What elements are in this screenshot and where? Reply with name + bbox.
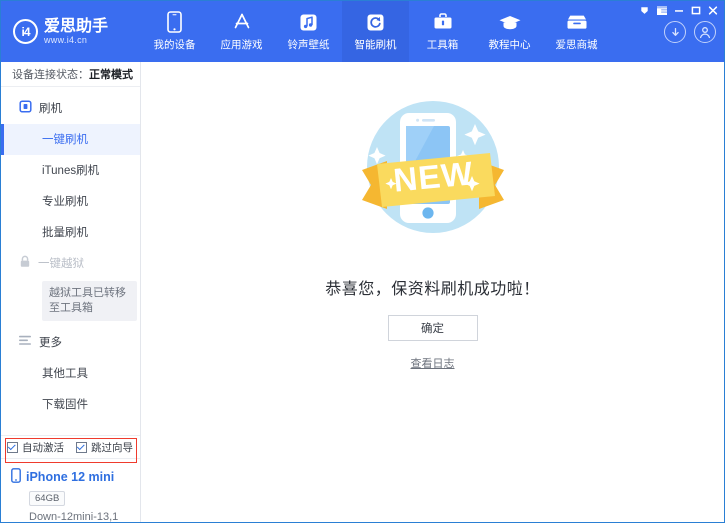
- flash-device-icon: [19, 100, 32, 116]
- auto-activate-label: 自动激活: [22, 440, 64, 455]
- device-name-label: iPhone 12 mini: [26, 470, 114, 484]
- brand-url: www.i4.cn: [44, 35, 108, 46]
- tab-toolbox[interactable]: 工具箱: [409, 1, 476, 62]
- new-phone-badge-illustration: NEW: [344, 78, 522, 261]
- tab-label: 应用游戏: [221, 37, 263, 52]
- skip-wizard-label: 跳过向导: [91, 440, 133, 455]
- success-message: 恭喜您，保资料刷机成功啦！: [325, 275, 540, 299]
- sidebar-group-label: 更多: [39, 334, 62, 350]
- view-log-link[interactable]: 查看日志: [411, 355, 455, 371]
- graduation-cap-icon: [498, 11, 522, 33]
- tab-smart-flash[interactable]: 智能刷机: [342, 1, 409, 62]
- connected-device-info[interactable]: iPhone 12 mini 64GB Down-12mini-13,1: [1, 458, 140, 523]
- refresh-icon: [366, 11, 385, 33]
- sidebar-menu: 刷机 一键刷机 iTunes刷机 专业刷机 批量刷机: [1, 87, 140, 430]
- main-content: NEW 恭喜您，保资料刷机成功啦！ 确定 查看日志: [141, 62, 724, 523]
- minimize-icon[interactable]: [671, 3, 686, 17]
- sidebar-item-itunes-flash[interactable]: iTunes刷机: [1, 155, 140, 186]
- tab-ringtones-wallpapers[interactable]: 铃声壁纸: [275, 1, 342, 62]
- sidebar-item-label: 一键刷机: [42, 131, 88, 147]
- header-actions: [664, 21, 716, 43]
- main-nav: 我的设备 应用游戏 铃声壁纸 智能刷机: [141, 1, 610, 62]
- tab-label: 教程中心: [489, 37, 531, 52]
- i4-logo-icon: i4: [13, 19, 38, 44]
- sidebar-group-label: 刷机: [39, 100, 62, 116]
- flash-options-row: 自动激活 跳过向导: [1, 435, 140, 458]
- sidebar-item-label: 高级功能: [42, 427, 88, 429]
- sidebar-group-flash[interactable]: 刷机: [1, 93, 140, 124]
- download-icon[interactable]: [664, 21, 686, 43]
- app-header: i4 爱思助手 www.i4.cn 我的设备 应用游戏: [1, 1, 724, 62]
- tab-my-device[interactable]: 我的设备: [141, 1, 208, 62]
- menu-icon[interactable]: [654, 3, 669, 17]
- device-capacity-badge: 64GB: [29, 491, 65, 506]
- skip-wizard-checkbox[interactable]: 跳过向导: [76, 440, 133, 455]
- auto-activate-checkbox[interactable]: 自动激活: [7, 440, 64, 455]
- brand-text: 爱思助手 www.i4.cn: [44, 18, 108, 46]
- tab-label: 我的设备: [154, 37, 196, 52]
- connection-status: 设备连接状态：正常模式: [1, 62, 140, 87]
- sidebar-item-label: 专业刷机: [42, 193, 88, 209]
- sidebar-group-jailbreak: 一键越狱: [1, 248, 140, 279]
- i4-assistant-window: i4 爱思助手 www.i4.cn 我的设备 应用游戏: [0, 0, 725, 523]
- phone-icon: [167, 11, 182, 33]
- window-controls: [637, 3, 720, 17]
- music-icon: [299, 11, 318, 33]
- tab-label: 工具箱: [427, 37, 459, 52]
- store-icon: [565, 11, 589, 33]
- sidebar-item-advanced[interactable]: 高级功能: [1, 420, 140, 430]
- phone-small-icon: [11, 468, 21, 486]
- connection-status-label: 设备连接状态：: [12, 66, 89, 82]
- checkbox-box[interactable]: [76, 442, 87, 453]
- sidebar-item-label: 下载固件: [42, 396, 88, 412]
- tab-label: 智能刷机: [355, 37, 397, 52]
- confirm-button[interactable]: 确定: [388, 315, 478, 341]
- appstore-icon: [231, 11, 253, 33]
- lock-icon: [19, 255, 31, 271]
- sidebar-item-label: iTunes刷机: [42, 162, 99, 178]
- sidebar-item-label: 其他工具: [42, 365, 88, 381]
- pin-icon[interactable]: [637, 3, 652, 17]
- tab-apps-games[interactable]: 应用游戏: [208, 1, 275, 62]
- brand-logo[interactable]: i4 爱思助手 www.i4.cn: [1, 1, 141, 62]
- tab-label: 爱思商城: [556, 37, 598, 52]
- sidebar: 设备连接状态：正常模式 刷机 一键刷机 iTunes刷机 专业刷机: [1, 62, 141, 523]
- tab-label: 铃声壁纸: [288, 37, 330, 52]
- sidebar-item-other-tools[interactable]: 其他工具: [1, 358, 140, 389]
- jailbreak-moved-tooltip: 越狱工具已转移至工具箱: [42, 281, 137, 321]
- user-account-icon[interactable]: [694, 21, 716, 43]
- sidebar-item-pro-flash[interactable]: 专业刷机: [1, 186, 140, 217]
- sidebar-item-download-firmware[interactable]: 下载固件: [1, 389, 140, 420]
- sidebar-group-label: 一键越狱: [38, 255, 84, 271]
- checkbox-box[interactable]: [7, 442, 18, 453]
- sidebar-item-label: 批量刷机: [42, 224, 88, 240]
- close-icon[interactable]: [705, 3, 720, 17]
- connection-status-value: 正常模式: [89, 66, 133, 82]
- tab-i4-store[interactable]: 爱思商城: [543, 1, 610, 62]
- sidebar-group-more[interactable]: 更多: [1, 327, 140, 358]
- device-model-label: Down-12mini-13,1: [29, 511, 140, 523]
- list-icon: [19, 335, 32, 349]
- toolbox-icon: [432, 11, 454, 33]
- brand-name: 爱思助手: [44, 18, 108, 35]
- sidebar-item-one-key-flash[interactable]: 一键刷机: [1, 124, 140, 155]
- tab-tutorial-center[interactable]: 教程中心: [476, 1, 543, 62]
- svg-text:NEW: NEW: [391, 154, 474, 198]
- sidebar-item-batch-flash[interactable]: 批量刷机: [1, 217, 140, 248]
- app-body: 设备连接状态：正常模式 刷机 一键刷机 iTunes刷机 专业刷机: [1, 62, 724, 523]
- maximize-icon[interactable]: [688, 3, 703, 17]
- device-name-row: iPhone 12 mini: [11, 468, 140, 486]
